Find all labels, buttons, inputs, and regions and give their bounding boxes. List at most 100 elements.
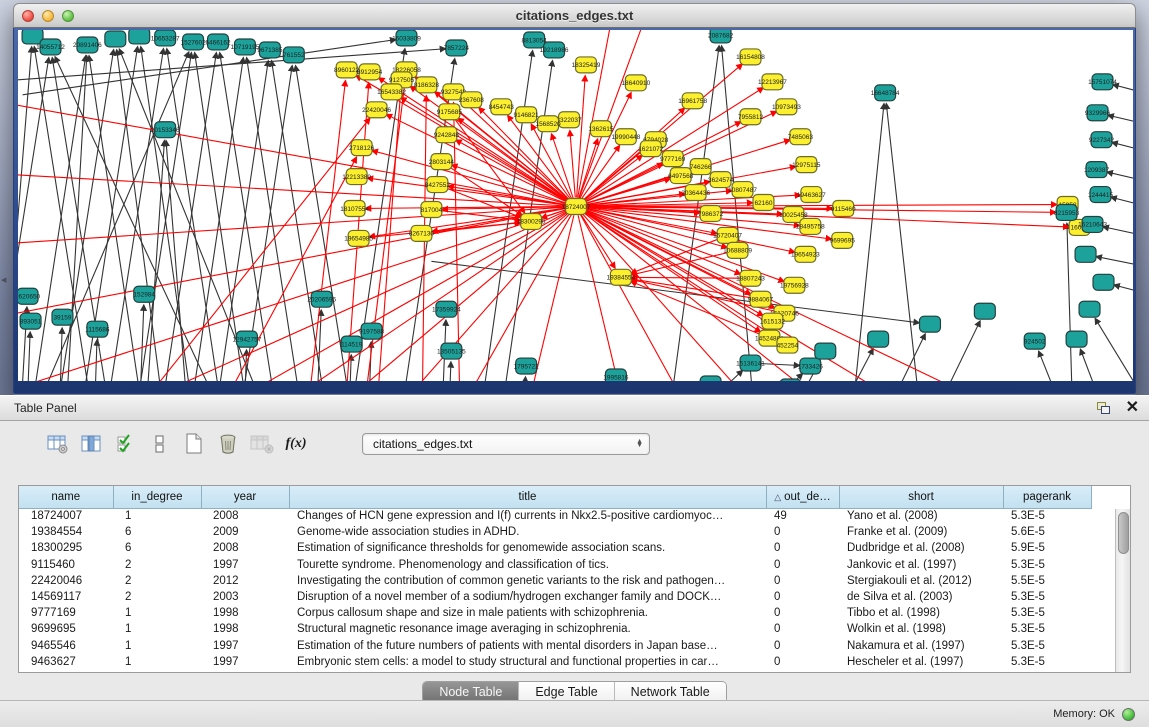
- graph-edge[interactable]: [511, 215, 574, 381]
- graph-edge[interactable]: [584, 210, 1040, 381]
- table-cell[interactable]: 5.3E-5: [1003, 557, 1091, 573]
- graph-node[interactable]: 817004: [421, 202, 443, 218]
- graph-node[interactable]: 9671385: [257, 42, 283, 58]
- table-row[interactable]: 2242004622012Investigating the contribut…: [19, 573, 1091, 589]
- graph-node[interactable]: 1568520: [535, 116, 561, 132]
- graph-node[interactable]: 12975115: [792, 157, 821, 173]
- graph-edge[interactable]: [117, 50, 172, 381]
- graph-node[interactable]: 8454743: [489, 99, 515, 115]
- graph-edge[interactable]: [18, 47, 32, 381]
- table-row[interactable]: 946554611997Estimation of the future num…: [19, 638, 1091, 654]
- graph-node[interactable]: 14055712: [36, 39, 65, 55]
- table-cell[interactable]: 5.3E-5: [1003, 621, 1091, 637]
- graph-node[interactable]: 18640910: [621, 75, 650, 91]
- graph-node[interactable]: 62160: [753, 195, 774, 211]
- graph-node[interactable]: 18107554: [340, 201, 369, 217]
- graph-node[interactable]: 8186328: [414, 77, 440, 93]
- graph-edge[interactable]: [580, 214, 720, 381]
- table-cell[interactable]: 5.3E-5: [1003, 508, 1091, 524]
- graph-edge[interactable]: [23, 56, 86, 381]
- function-builder-button[interactable]: f(x): [282, 430, 310, 458]
- table-cell[interactable]: Changes of HCN gene expression and I(f) …: [289, 508, 766, 524]
- graph-node[interactable]: 10719195: [231, 39, 260, 55]
- delete-table-button[interactable]: [248, 430, 276, 458]
- table-cell[interactable]: Hescheler et al. (1997): [839, 654, 1003, 670]
- graph-node[interactable]: 19990448: [611, 129, 640, 145]
- table-row[interactable]: 1938455462009Genome-wide association stu…: [19, 524, 1091, 540]
- table-cell[interactable]: 5.6E-5: [1003, 524, 1091, 540]
- table-cell[interactable]: Corpus callosum shape and size in male p…: [289, 605, 766, 621]
- graph-node[interactable]: 2803144: [429, 154, 455, 170]
- graph-edge[interactable]: [1108, 115, 1133, 127]
- graph-node[interactable]: 19218986: [540, 42, 569, 58]
- graph-node[interactable]: 2718126: [349, 140, 375, 156]
- graph-node[interactable]: 9242848: [434, 127, 460, 143]
- graph-node[interactable]: 924502: [1024, 333, 1046, 349]
- table-cell[interactable]: 2008: [201, 508, 289, 524]
- table-cell[interactable]: 2: [113, 557, 201, 573]
- table-cell[interactable]: 0: [766, 621, 839, 637]
- graph-node[interactable]: 20206596: [307, 291, 336, 307]
- graph-node[interactable]: 18724007: [562, 199, 591, 215]
- table-cell[interactable]: 19384554: [19, 524, 113, 540]
- table-cell[interactable]: 0: [766, 540, 839, 556]
- graph-node[interactable]: 10653287: [151, 30, 180, 46]
- graph-edge[interactable]: [431, 261, 919, 322]
- table-cell[interactable]: 6: [113, 540, 201, 556]
- table-cell[interactable]: 1: [113, 654, 201, 670]
- table-cell[interactable]: 1997: [201, 638, 289, 654]
- table-cell[interactable]: Franke et al. (2009): [839, 524, 1003, 540]
- table-cell[interactable]: Jankovic et al. (1997): [839, 557, 1003, 573]
- table-cell[interactable]: 5.9E-5: [1003, 540, 1091, 556]
- close-button[interactable]: [22, 10, 34, 22]
- table-row[interactable]: 911546021997Tourette syndrome. Phenomeno…: [19, 557, 1091, 573]
- table-selector-dropdown[interactable]: citations_edges.txt ▲▼: [362, 433, 650, 455]
- table-row[interactable]: 1830029562008Estimation of significance …: [19, 540, 1091, 556]
- graph-edge[interactable]: [446, 362, 451, 381]
- graph-node[interactable]: 9777169: [660, 151, 686, 167]
- table-cell[interactable]: 1: [113, 605, 201, 621]
- graph-node[interactable]: 8912954: [357, 64, 383, 80]
- column-header-year[interactable]: year: [201, 486, 289, 508]
- graph-edge[interactable]: [1067, 223, 1075, 381]
- table-cell[interactable]: 5.3E-5: [1003, 605, 1091, 621]
- table-cell[interactable]: 14569117: [19, 589, 113, 605]
- table-row[interactable]: 969969511998Structural magnetic resonanc…: [19, 621, 1091, 637]
- graph-node[interactable]: 2620650: [18, 288, 41, 304]
- graph-node[interactable]: 8960122: [334, 62, 360, 78]
- graph-node[interactable]: 1244415: [1088, 187, 1114, 203]
- graph-node[interactable]: 452254: [777, 337, 799, 353]
- graph-node[interactable]: 1209387: [1084, 162, 1110, 178]
- column-header-in_degree[interactable]: in_degree: [113, 486, 201, 508]
- table-cell[interactable]: 9463627: [19, 654, 113, 670]
- graph-node[interactable]: 7955812: [738, 109, 764, 125]
- graph-edge[interactable]: [578, 30, 621, 198]
- graph-edge[interactable]: [142, 141, 164, 381]
- table-cell[interactable]: Nakamura et al. (1997): [839, 638, 1003, 654]
- graph-node[interactable]: 12213389: [342, 169, 371, 185]
- graph-node[interactable]: 16782759: [696, 376, 725, 381]
- table-cell[interactable]: 5.3E-5: [1003, 589, 1091, 605]
- table-settings-button[interactable]: [44, 430, 72, 458]
- graph-edge[interactable]: [18, 207, 567, 249]
- graph-edge[interactable]: [1112, 142, 1133, 154]
- table-cell[interactable]: 1: [113, 621, 201, 637]
- table-cell[interactable]: Stergiakouli et al. (2012): [839, 573, 1003, 589]
- graph-edge[interactable]: [18, 170, 567, 206]
- graph-edge[interactable]: [584, 211, 775, 309]
- graph-node[interactable]: [1093, 274, 1114, 290]
- table-cell[interactable]: 0: [766, 524, 839, 540]
- graph-node[interactable]: 3624574: [708, 172, 734, 188]
- graph-node[interactable]: [1066, 331, 1087, 347]
- graph-node[interactable]: 16648784: [871, 85, 900, 101]
- table-cell[interactable]: 9465546: [19, 638, 113, 654]
- table-cell[interactable]: 2: [113, 589, 201, 605]
- graph-node[interactable]: 1795722: [514, 358, 540, 374]
- graph-edge[interactable]: [1080, 349, 1129, 381]
- graph-node[interactable]: 16033809: [392, 30, 421, 46]
- graph-node[interactable]: 15136141: [736, 355, 765, 371]
- table-cell[interactable]: 5.3E-5: [1003, 654, 1091, 670]
- table-cell[interactable]: 5.3E-5: [1003, 638, 1091, 654]
- table-cell[interactable]: 0: [766, 589, 839, 605]
- graph-node[interactable]: 152984: [133, 286, 155, 302]
